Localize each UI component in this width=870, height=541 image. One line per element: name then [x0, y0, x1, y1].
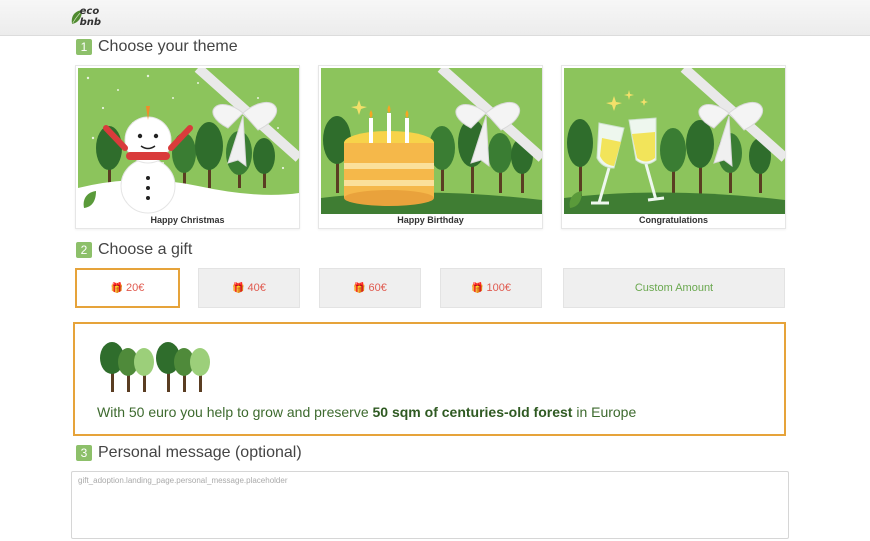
theme-card-congratulations[interactable]: Congratulations	[561, 65, 786, 229]
custom-amount-label: Custom Amount	[634, 282, 714, 294]
step-title: Choose your theme	[98, 38, 238, 55]
gift-button-40[interactable]: 🎁 40€	[198, 268, 300, 308]
theme-card-birthday[interactable]: Happy Birthday	[318, 65, 543, 229]
theme-label: Congratulations	[639, 215, 708, 225]
trees-icon	[100, 342, 210, 392]
step-theme-heading: 1 Choose your theme	[76, 38, 238, 56]
top-bar: eco bnb	[0, 0, 870, 36]
gift-icon: 🎁	[110, 282, 124, 294]
impact-text-highlight: 50 sqm of centuries-old forest	[372, 404, 573, 420]
step-message-heading: 3 Personal message (optional)	[76, 444, 302, 462]
impact-info-box: With 50 euro you help to grow and preser…	[73, 322, 786, 436]
theme-label: Happy Birthday	[397, 215, 464, 225]
step-title: Choose a gift	[98, 241, 193, 258]
impact-text-end: in Europe	[572, 404, 637, 420]
impact-text: With 50 euro you help to grow and preser…	[97, 404, 636, 420]
gift-icon: 🎁	[232, 282, 245, 294]
step-gift-heading: 2 Choose a gift	[76, 241, 192, 259]
logo-text: eco bnb	[79, 6, 102, 28]
christmas-illustration	[78, 68, 299, 214]
gift-amount-label: 100€	[486, 282, 511, 294]
step-number: 1	[76, 39, 92, 55]
step-title: Personal message (optional)	[98, 444, 302, 461]
gift-amount-label: 40€	[247, 282, 266, 294]
step-number: 2	[76, 242, 92, 258]
gift-icon: 🎁	[471, 282, 484, 294]
custom-amount-button[interactable]: Custom Amount	[563, 268, 785, 308]
personal-message-input[interactable]	[71, 471, 789, 539]
gift-amount-label: 20€	[126, 282, 145, 294]
gift-button-20[interactable]: 🎁 20€	[75, 268, 180, 308]
gift-icon: 🎁	[353, 282, 366, 294]
theme-label: Happy Christmas	[150, 215, 225, 225]
birthday-illustration	[321, 68, 542, 214]
impact-text-start: With 50 euro you help to grow and preser…	[97, 404, 373, 420]
theme-card-christmas[interactable]: Happy Christmas	[75, 65, 300, 229]
gift-button-100[interactable]: 🎁 100€	[440, 268, 542, 308]
step-number: 3	[76, 445, 92, 461]
logo[interactable]: eco bnb	[70, 5, 110, 29]
gift-button-60[interactable]: 🎁 60€	[319, 268, 421, 308]
congratulations-illustration	[564, 68, 785, 214]
gift-amount-label: 60€	[368, 282, 387, 294]
